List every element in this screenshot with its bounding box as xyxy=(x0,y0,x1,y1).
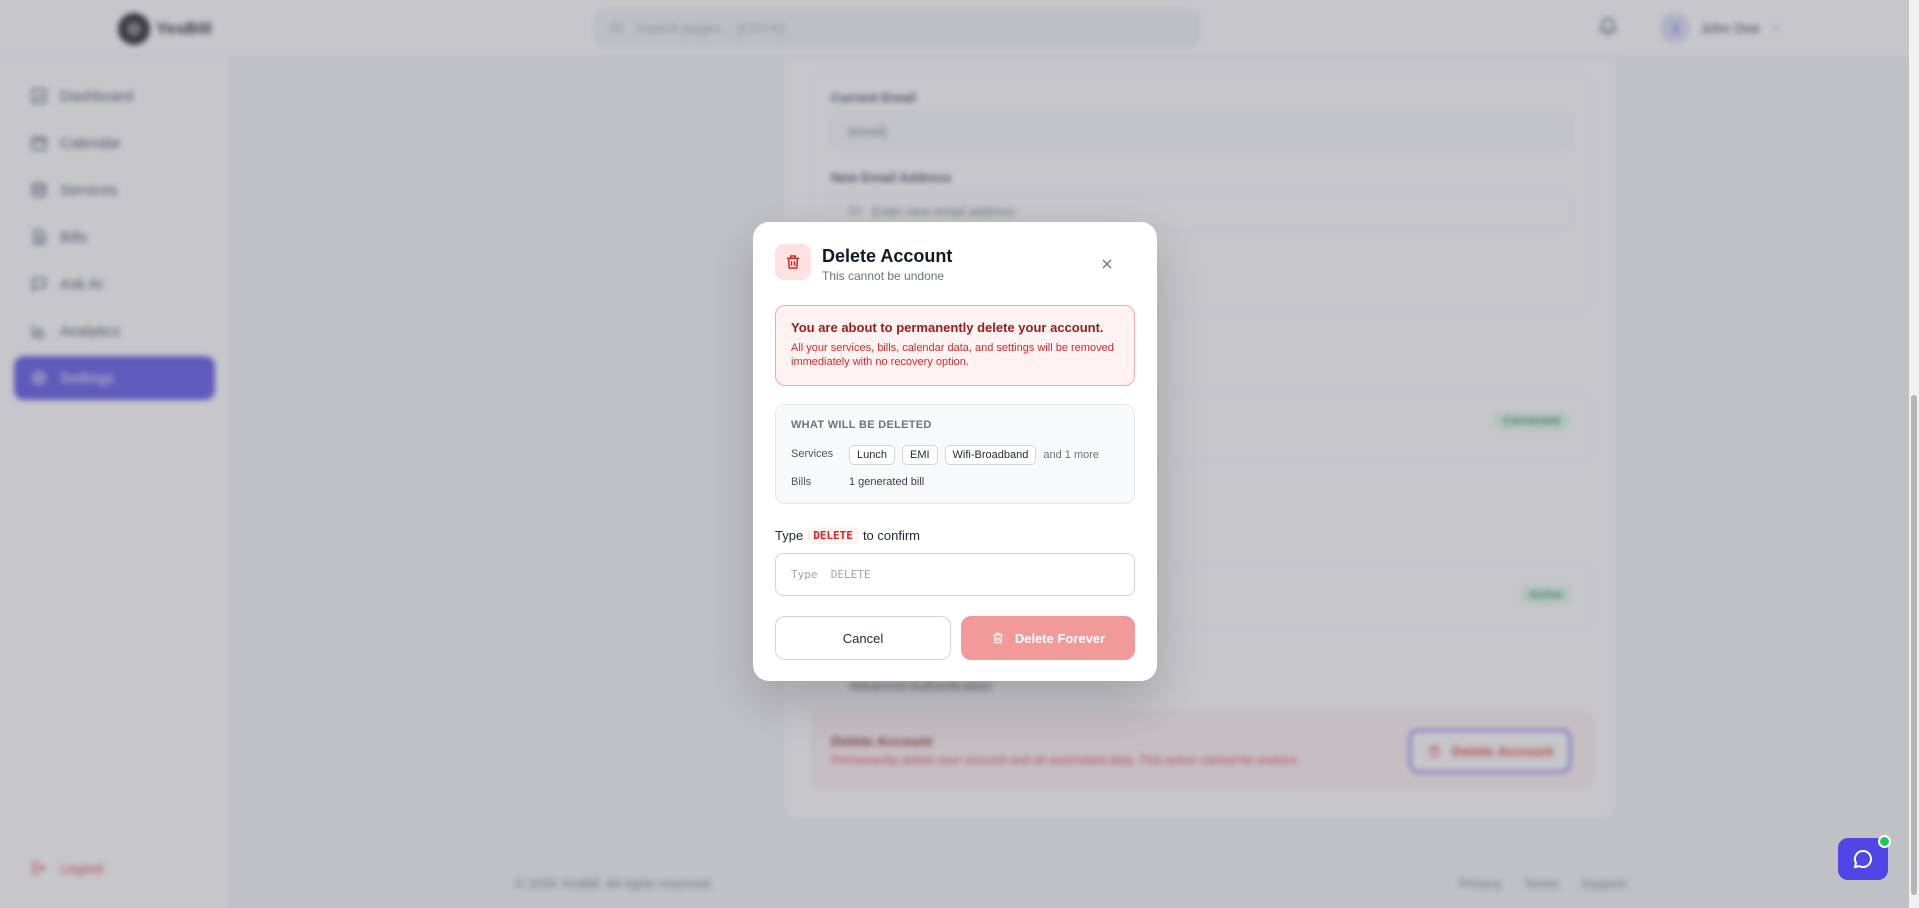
scrollbar-thumb[interactable] xyxy=(1911,395,1917,895)
close-button[interactable] xyxy=(1099,256,1115,272)
confirm-prefix: Type xyxy=(775,528,804,543)
warning-title: You are about to permanently delete your… xyxy=(791,320,1104,335)
bills-label: Bills xyxy=(791,476,812,488)
confirm-code: DELETE xyxy=(808,527,858,544)
online-indicator xyxy=(1878,835,1891,848)
delete-account-modal: Delete Account This cannot be undone You… xyxy=(753,222,1157,681)
service-chip: Lunch xyxy=(849,445,895,465)
confirm-delete-input[interactable] xyxy=(775,553,1135,596)
deletion-summary-heading: WHAT WILL BE DELETED xyxy=(791,419,932,431)
services-more-count: and 1 more xyxy=(1043,449,1100,461)
scrollbar[interactable] xyxy=(1909,0,1919,908)
bills-value: 1 generated bill xyxy=(849,476,925,488)
delete-forever-button[interactable]: Delete Forever xyxy=(961,616,1135,660)
deletion-summary: WHAT WILL BE DELETED Services Lunch EMI … xyxy=(775,404,1135,504)
warning-text: All your services, bills, calendar data,… xyxy=(791,342,1114,368)
services-label: Services xyxy=(791,448,834,460)
services-chips: Lunch EMI Wifi-Broadband and 1 more xyxy=(849,445,1099,465)
modal-subtitle: This cannot be undone xyxy=(822,269,945,283)
confirm-suffix: to confirm xyxy=(862,528,921,543)
modal-icon-badge xyxy=(775,244,811,280)
modal-title: Delete Account xyxy=(822,246,953,266)
service-chip: Wifi-Broadband xyxy=(944,445,1037,465)
service-chip: EMI xyxy=(901,445,938,465)
confirm-instruction: Type DELETE to confirm xyxy=(775,527,920,544)
chat-bubble-icon xyxy=(1853,849,1872,869)
trash-icon xyxy=(993,632,1003,644)
trash-icon xyxy=(787,255,799,269)
cancel-button[interactable]: Cancel xyxy=(775,616,951,660)
delete-forever-label: Delete Forever xyxy=(1014,630,1106,646)
chat-button[interactable] xyxy=(1838,835,1891,880)
warning-box: You are about to permanently delete your… xyxy=(775,305,1135,386)
close-icon xyxy=(1102,259,1112,269)
